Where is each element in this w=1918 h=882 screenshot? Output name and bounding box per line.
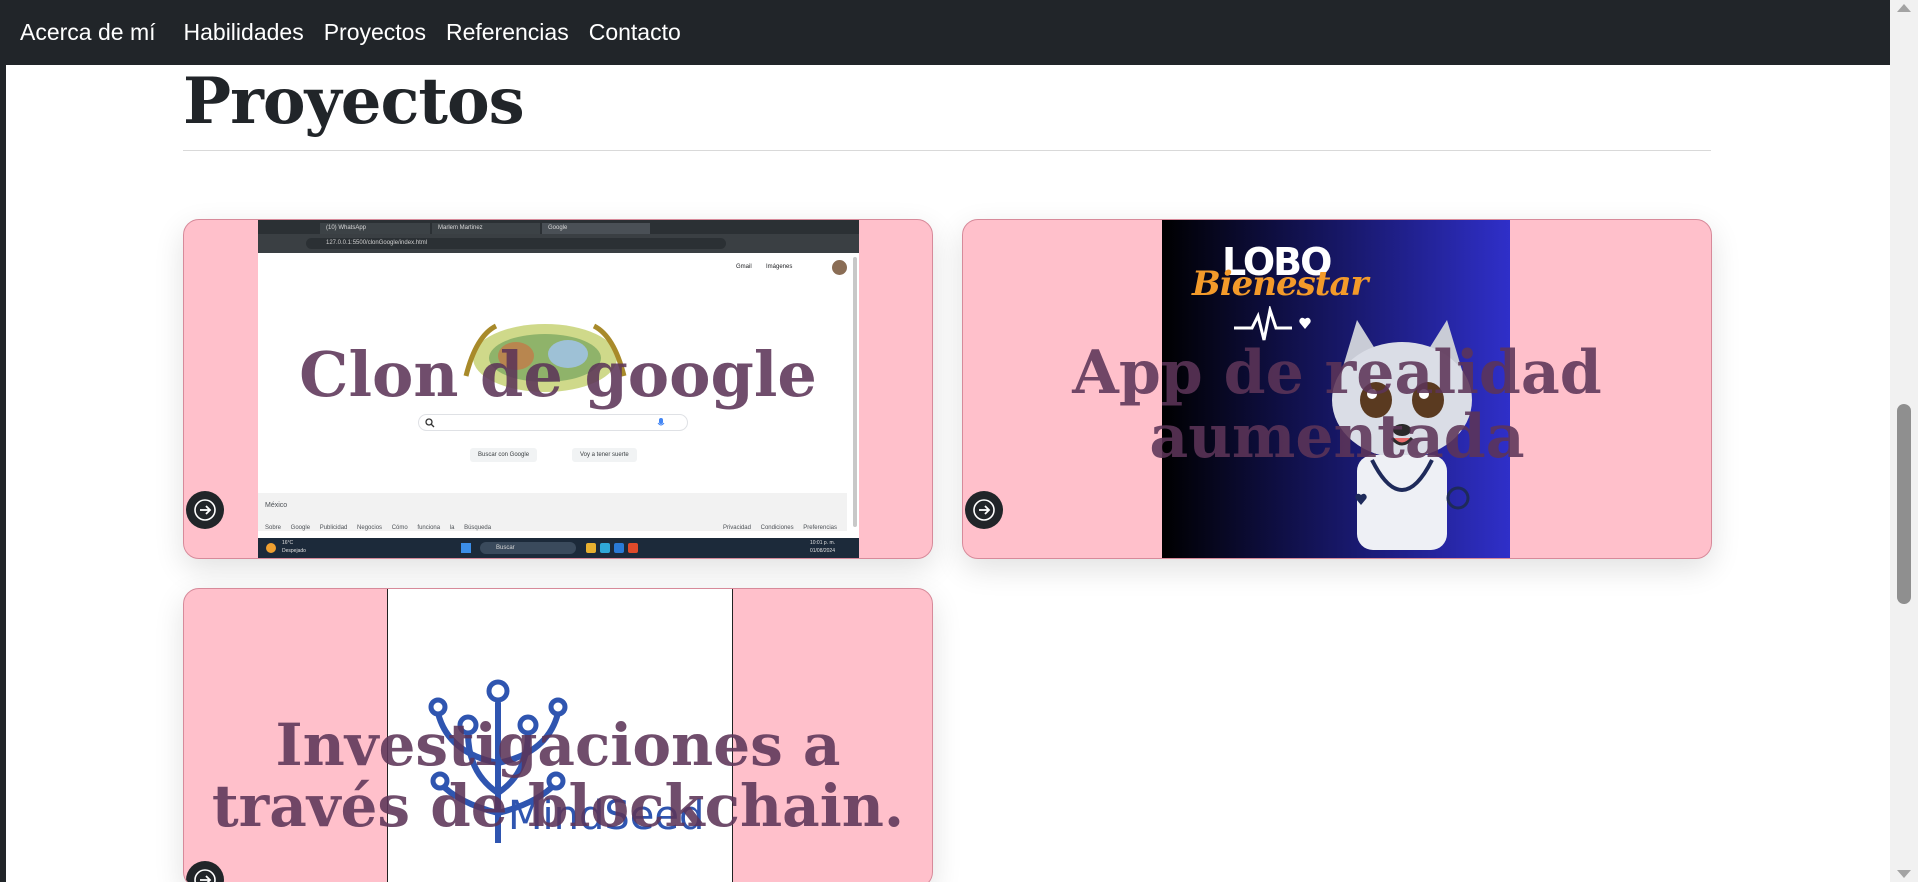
nav-link-skills[interactable]: Habilidades xyxy=(184,19,304,46)
vscode-icon xyxy=(614,543,624,553)
project-title: Clon de google xyxy=(299,338,817,411)
brave-icon xyxy=(628,543,638,553)
avatar xyxy=(832,260,847,275)
scroll-up-icon[interactable] xyxy=(1897,4,1911,12)
nav-link-contact[interactable]: Contacto xyxy=(589,19,681,46)
footer-country: México xyxy=(265,502,288,509)
project-open-button[interactable] xyxy=(965,491,1003,529)
nav-link-about[interactable]: Acerca de mí xyxy=(20,19,156,46)
footer-links-right: Privacidad Condiciones Preferencias xyxy=(722,525,837,531)
project-card-ar-app[interactable]: LOBO Bienestar App de realidad aumentada xyxy=(962,219,1712,559)
windows-taskbar: 16°C Despejado Buscar 10:01 p. m. 01/08/… xyxy=(258,538,859,558)
images-link: Imágenes xyxy=(766,264,793,270)
browser-tab-bar: (10) WhatsApp Marlem Martinez Google xyxy=(258,220,859,234)
project-open-button[interactable] xyxy=(186,491,224,529)
lucky-button: Voy a tener suerte xyxy=(572,448,637,462)
browser-tab: Marlem Martinez xyxy=(432,223,540,234)
taskbar-time: 10:01 p. m. xyxy=(809,540,835,546)
taskbar-date: 01/08/2024 xyxy=(809,548,835,554)
page-scrollbar[interactable] xyxy=(1890,0,1918,882)
weather-temp: 16°C xyxy=(282,540,294,546)
weather-desc: Despejado xyxy=(282,548,306,554)
left-edge xyxy=(0,0,6,882)
section-divider xyxy=(183,150,1711,151)
weather-icon xyxy=(266,543,276,553)
project-card-blockchain[interactable]: MindSeed Investigaciones a través de blo… xyxy=(183,588,933,882)
browser-address-bar: 127.0.0.1:5500/clonGoogle/index.html xyxy=(258,234,859,253)
nav-link-projects[interactable]: Proyectos xyxy=(324,19,426,46)
project-title: Investigaciones a través de blockchain. xyxy=(211,711,905,841)
gmail-link: Gmail xyxy=(736,264,752,270)
project-card-google-clone[interactable]: (10) WhatsApp Marlem Martinez Google 127… xyxy=(183,219,933,559)
windows-start-icon xyxy=(461,543,471,553)
bienestar-logo-text: Bienestar xyxy=(1192,264,1368,304)
browser-url: 127.0.0.1:5500/clonGoogle/index.html xyxy=(306,238,726,249)
microphone-icon xyxy=(657,418,665,426)
section-title: Proyectos xyxy=(183,64,525,139)
nav-link-references[interactable]: Referencias xyxy=(446,19,569,46)
google-footer: México Sobre Google Publicidad Negocios … xyxy=(258,493,847,531)
browser-tab: Google xyxy=(542,223,650,234)
footer-links-left: Sobre Google Publicidad Negocios Cómo fu… xyxy=(265,525,492,531)
arrow-right-icon xyxy=(194,499,216,521)
google-search-box xyxy=(418,414,688,431)
folder-icon xyxy=(586,543,596,553)
taskbar-search: Buscar xyxy=(480,542,576,554)
scroll-down-icon[interactable] xyxy=(1897,870,1911,878)
arrow-right-icon xyxy=(194,869,216,882)
project-open-button[interactable] xyxy=(186,861,224,882)
top-navbar: Acerca de mí Habilidades Proyectos Refer… xyxy=(0,0,1890,65)
search-icon xyxy=(425,418,435,428)
google-search-button: Buscar con Google xyxy=(470,448,538,462)
browser-tab: (10) WhatsApp xyxy=(320,223,430,234)
edge-icon xyxy=(600,543,610,553)
scrollbar-thumb[interactable] xyxy=(1897,404,1911,604)
project-title: App de realidad aumentada xyxy=(1072,338,1602,472)
arrow-right-icon xyxy=(973,499,995,521)
